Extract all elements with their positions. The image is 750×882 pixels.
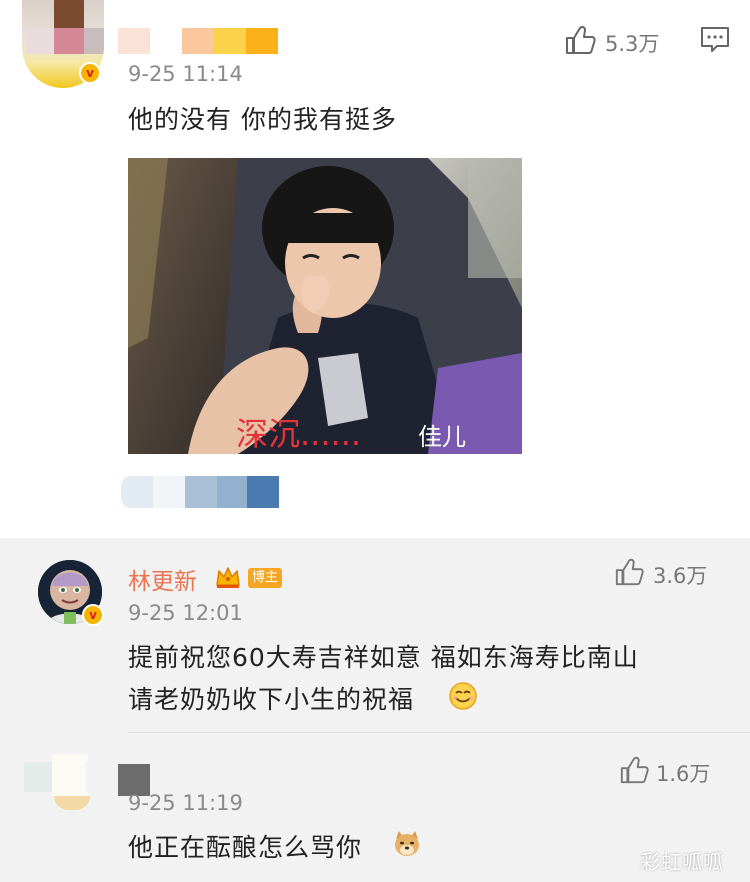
thumbs-up-icon[interactable] (564, 24, 596, 56)
like-count: 3.6万 (653, 564, 708, 588)
mosaic-strip (121, 476, 279, 508)
doge-emoji-icon (392, 829, 422, 859)
reply-time: 9-25 12:01 (128, 601, 243, 625)
divider (128, 732, 750, 733)
thumbs-up-icon[interactable] (614, 557, 644, 587)
verified-badge-icon: v (79, 62, 101, 84)
reply-time: 9-25 11:19 (128, 791, 243, 815)
like-count: 1.6万 (656, 762, 711, 786)
smile-emoji-icon (448, 681, 478, 711)
thumbs-up-icon[interactable] (619, 755, 649, 785)
top-comment: v 9-25 11:14 5.3万 他的没有 你的我有挺多 深沉...... 佳… (0, 0, 750, 538)
reply-text-line2: 请老奶奶收下小生的祝福 (128, 685, 415, 714)
sticker-caption: 深沉...... (236, 415, 361, 453)
username[interactable]: 林更新 (128, 562, 197, 596)
comment-icon[interactable] (700, 26, 730, 54)
blogger-badge: 博主 (248, 568, 283, 588)
comment-text: 他的没有 你的我有挺多 (128, 105, 397, 134)
sticker-corner-text: 佳儿 (418, 423, 466, 451)
watermark-text: 彩虹呱呱 (640, 850, 724, 874)
username-mosaic[interactable] (118, 28, 278, 54)
comment-time: 9-25 11:14 (128, 62, 243, 86)
verified-badge-icon: v (82, 604, 104, 626)
avatar-mosaic[interactable] (24, 752, 124, 818)
reply-text: 他正在酝酿怎么骂你 (128, 833, 363, 862)
crown-icon (214, 563, 242, 591)
replies-section: v 林更新 博主 9-25 12:01 3.6万 提前祝您60大寿吉祥如意 福如… (0, 538, 750, 882)
meme-sticker-image[interactable]: 深沉...... 佳儿 (128, 158, 522, 454)
reply-text-line1: 提前祝您60大寿吉祥如意 福如东海寿比南山 (128, 643, 639, 672)
like-count: 5.3万 (605, 32, 660, 56)
